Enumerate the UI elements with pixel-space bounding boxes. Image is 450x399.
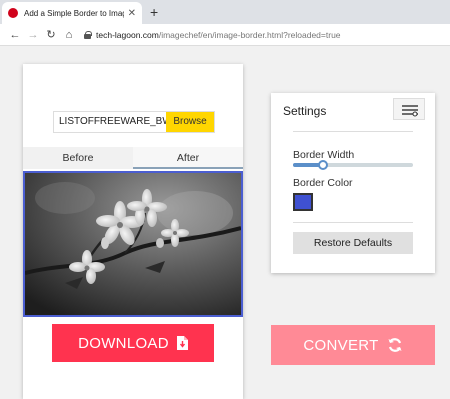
divider [293, 131, 413, 132]
tab-title: Add a Simple Border to Image | [24, 8, 124, 18]
border-color-swatch[interactable] [293, 193, 313, 211]
home-icon[interactable]: ⌂ [60, 29, 78, 41]
file-name-field[interactable]: LISTOFFREEWARE_BW.JPG [54, 112, 166, 132]
image-editor-card: LISTOFFREEWARE_BW.JPG Browse Before Afte… [23, 64, 243, 399]
border-color-label: Border Color [293, 177, 353, 189]
border-width-slider[interactable] [293, 160, 413, 170]
close-icon[interactable]: ✕ [128, 8, 136, 19]
back-arrow-icon[interactable]: ← [6, 29, 24, 41]
tab-after[interactable]: After [133, 147, 243, 169]
settings-title: Settings [283, 104, 327, 118]
url-host: tech-lagoon.com [96, 29, 159, 40]
forward-arrow-icon[interactable]: → [24, 29, 42, 41]
lock-icon [84, 30, 92, 39]
url-field[interactable]: tech-lagoon.com/imagechef/en/image-borde… [84, 30, 341, 40]
download-button[interactable]: DOWNLOAD [52, 324, 214, 362]
url-path: /imagechef/en/image-border.html?reloaded… [158, 29, 341, 40]
convert-button[interactable]: CONVERT [271, 325, 435, 365]
divider [293, 222, 413, 223]
sync-icon [387, 337, 403, 353]
before-after-tabs: Before After [23, 147, 243, 169]
slider-handle[interactable] [318, 160, 328, 170]
file-picker[interactable]: LISTOFFREEWARE_BW.JPG Browse [53, 111, 215, 133]
reload-icon[interactable]: ↻ [42, 28, 60, 41]
download-label: DOWNLOAD [78, 334, 169, 352]
settings-panel: Settings Border Width Border Color Resto… [271, 93, 435, 273]
menu-icon[interactable] [393, 98, 425, 120]
browser-tab[interactable]: Add a Simple Border to Image | ✕ [2, 2, 142, 24]
image-preview [23, 171, 243, 317]
browse-button[interactable]: Browse [166, 112, 214, 132]
convert-label: CONVERT [303, 336, 379, 354]
browser-tab-bar: Add a Simple Border to Image | ✕ + [0, 0, 450, 24]
restore-defaults-button[interactable]: Restore Defaults [293, 232, 413, 254]
site-favicon-icon [8, 8, 18, 18]
tab-before[interactable]: Before [23, 147, 133, 169]
address-bar: ← → ↻ ⌂ tech-lagoon.com/imagechef/en/ima… [0, 24, 450, 46]
flower-photo [25, 173, 241, 315]
plus-icon[interactable]: + [150, 4, 158, 20]
pdf-file-icon [176, 336, 188, 350]
page-content: LISTOFFREEWARE_BW.JPG Browse Before Afte… [0, 47, 450, 399]
